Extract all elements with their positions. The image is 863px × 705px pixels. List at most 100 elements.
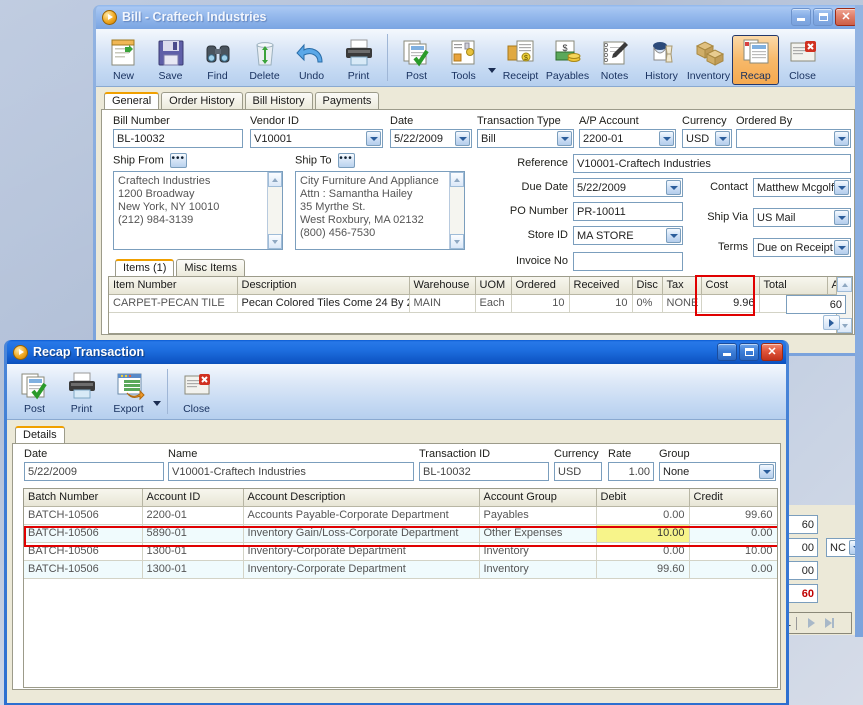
- ship-from-scrollbar[interactable]: [267, 172, 282, 249]
- contact-select[interactable]: Matthew Mcgolf: [753, 178, 851, 197]
- toolbar-button-tools[interactable]: Tools: [440, 35, 487, 85]
- recap-rate-input[interactable]: 1.00: [608, 462, 654, 481]
- scroll-up-icon[interactable]: [268, 172, 282, 187]
- col-total[interactable]: Total: [759, 277, 828, 295]
- scroll-up-icon[interactable]: [450, 172, 464, 187]
- tools-dropdown-caret-icon[interactable]: [487, 55, 497, 85]
- store-id-select[interactable]: MA STORE: [573, 226, 683, 245]
- toolbar-button-undo[interactable]: Undo: [288, 35, 335, 85]
- tab-details[interactable]: Details: [15, 426, 65, 443]
- items-grid-hscroll-right[interactable]: [823, 315, 840, 330]
- col-received[interactable]: Received: [569, 277, 633, 295]
- maximize-button[interactable]: [739, 343, 759, 361]
- toolbar-button-new[interactable]: New: [100, 35, 147, 85]
- toolbar-button-history[interactable]: History: [638, 35, 685, 85]
- toolbar-button-inventory[interactable]: Inventory: [685, 35, 732, 85]
- tab-bill-history[interactable]: Bill History: [244, 92, 313, 109]
- transaction-type-select[interactable]: Bill: [477, 129, 574, 148]
- minimize-button[interactable]: [717, 343, 737, 361]
- toolbar-button-export[interactable]: Export: [105, 368, 152, 418]
- next-page-button[interactable]: [802, 615, 820, 631]
- chevron-down-icon[interactable]: [666, 228, 681, 243]
- col-ordered[interactable]: Ordered: [511, 277, 570, 295]
- col-batch-number[interactable]: Batch Number: [24, 489, 143, 507]
- col-ac[interactable]: Ac: [827, 277, 836, 295]
- tab-order-history[interactable]: Order History: [161, 92, 243, 109]
- recap-group-select[interactable]: None: [659, 462, 776, 481]
- ship-from-lookup-button[interactable]: •••: [169, 153, 187, 168]
- col-description[interactable]: Description: [237, 277, 410, 295]
- table-row[interactable]: BATCH-10506 1300-01 Inventory-Corporate …: [24, 542, 777, 561]
- chevron-down-icon[interactable]: [455, 131, 470, 146]
- ship-to-textarea[interactable]: City Furniture And Appliance Attn : Sama…: [295, 171, 465, 250]
- vendor-id-select[interactable]: V10001: [250, 129, 383, 148]
- close-button[interactable]: ✕: [761, 343, 783, 361]
- close-button[interactable]: ✕: [835, 8, 857, 26]
- toolbar-button-notes[interactable]: Notes: [591, 35, 638, 85]
- toolbar-button-post[interactable]: Post: [393, 35, 440, 85]
- table-row[interactable]: BATCH-10506 5890-01 Inventory Gain/Loss-…: [24, 524, 777, 543]
- ap-account-select[interactable]: 2200-01: [579, 129, 676, 148]
- toolbar-button-find[interactable]: Find: [194, 35, 241, 85]
- col-account-description[interactable]: Account Description: [243, 489, 480, 507]
- toolbar-button-post[interactable]: Post: [11, 368, 58, 418]
- chevron-down-icon[interactable]: [834, 210, 849, 225]
- col-disc[interactable]: Disc: [632, 277, 663, 295]
- recap-date-input[interactable]: 5/22/2009: [24, 462, 164, 481]
- col-item-number[interactable]: Item Number: [109, 277, 238, 295]
- due-date-select[interactable]: 5/22/2009: [573, 178, 683, 197]
- chevron-down-icon[interactable]: [557, 131, 572, 146]
- recap-titlebar[interactable]: Recap Transaction ✕: [7, 340, 786, 364]
- ship-to-lookup-button[interactable]: •••: [337, 153, 355, 168]
- toolbar-button-payables[interactable]: $ Payables: [544, 35, 591, 85]
- po-number-input[interactable]: PR-10011: [573, 202, 683, 221]
- toolbar-button-receipt[interactable]: $ Receipt: [497, 35, 544, 85]
- ship-via-select[interactable]: US Mail: [753, 208, 851, 227]
- col-warehouse[interactable]: Warehouse: [409, 277, 476, 295]
- chevron-down-icon[interactable]: [759, 464, 774, 479]
- toolbar-button-recap[interactable]: Recap: [732, 35, 779, 85]
- bill-number-input[interactable]: BL-10032: [113, 129, 243, 148]
- chevron-down-icon[interactable]: [834, 131, 849, 146]
- tab-payments[interactable]: Payments: [314, 92, 380, 109]
- chevron-down-icon[interactable]: [834, 240, 849, 255]
- chevron-down-icon[interactable]: [366, 131, 381, 146]
- chevron-down-icon[interactable]: [715, 131, 730, 146]
- reference-input[interactable]: V10001-Craftech Industries: [573, 154, 851, 173]
- recap-name-input[interactable]: V10001-Craftech Industries: [168, 462, 414, 481]
- bill-titlebar[interactable]: Bill - Craftech Industries ✕: [96, 5, 860, 29]
- minimize-button[interactable]: [791, 8, 811, 26]
- last-page-button[interactable]: [820, 615, 838, 631]
- currency-select[interactable]: USD: [682, 129, 732, 148]
- ordered-by-select[interactable]: [736, 129, 851, 148]
- toolbar-button-save[interactable]: Save: [147, 35, 194, 85]
- chevron-down-icon[interactable]: [834, 180, 849, 195]
- table-row[interactable]: BATCH-10506 1300-01 Inventory-Corporate …: [24, 560, 777, 579]
- scroll-up-icon[interactable]: [837, 277, 852, 292]
- scroll-down-icon[interactable]: [268, 234, 282, 249]
- col-debit[interactable]: Debit: [596, 489, 690, 507]
- ship-from-textarea[interactable]: Craftech Industries 1200 Broadway New Yo…: [113, 171, 283, 250]
- col-uom[interactable]: UOM: [475, 277, 512, 295]
- maximize-button[interactable]: [813, 8, 833, 26]
- toolbar-button-print[interactable]: Print: [335, 35, 382, 85]
- invoice-no-input[interactable]: [573, 252, 683, 271]
- toolbar-button-print[interactable]: Print: [58, 368, 105, 418]
- terms-select[interactable]: Due on Receipt: [753, 238, 851, 257]
- toolbar-button-delete[interactable]: Delete: [241, 35, 288, 85]
- tab-general[interactable]: General: [104, 92, 160, 109]
- ship-to-scrollbar[interactable]: [449, 172, 464, 249]
- col-credit[interactable]: Credit: [689, 489, 777, 507]
- chevron-down-icon[interactable]: [659, 131, 674, 146]
- chevron-down-icon[interactable]: [666, 180, 681, 195]
- recap-transaction-id-input[interactable]: BL-10032: [419, 462, 549, 481]
- col-account-group[interactable]: Account Group: [479, 489, 597, 507]
- recap-currency-input[interactable]: USD: [554, 462, 602, 481]
- date-select[interactable]: 5/22/2009: [390, 129, 472, 148]
- scroll-down-icon[interactable]: [450, 234, 464, 249]
- export-dropdown-caret-icon[interactable]: [152, 388, 162, 418]
- toolbar-button-close[interactable]: Close: [779, 35, 826, 85]
- table-row[interactable]: BATCH-10506 2200-01 Accounts Payable-Cor…: [24, 506, 777, 525]
- toolbar-button-close[interactable]: Close: [173, 368, 220, 418]
- tab-misc-items[interactable]: Misc Items: [176, 259, 245, 276]
